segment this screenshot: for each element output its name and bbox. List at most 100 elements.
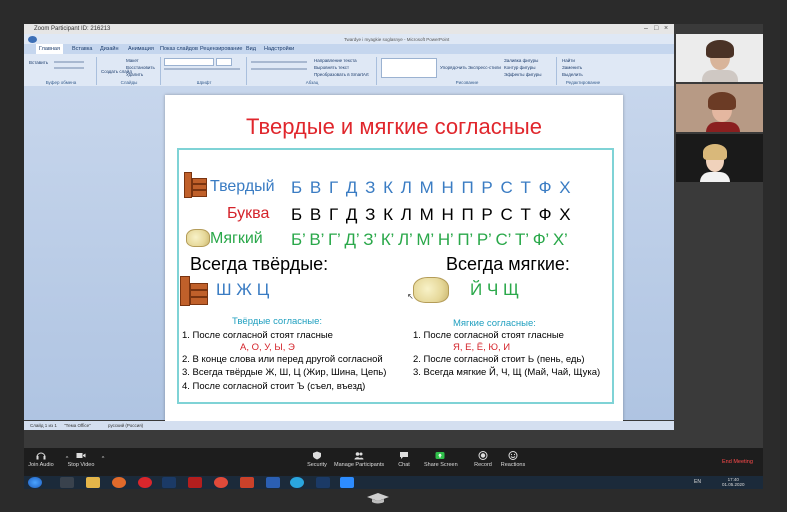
soft-note-2: 2. После согласной стоит Ь (пень, едь) [413,354,585,365]
tab-review[interactable]: Рецензирование [200,44,242,54]
participant-hair [708,92,736,110]
zoom-icon[interactable] [340,477,354,488]
document-title: Twardye i myagkie soglasnye - Microsoft … [344,37,450,42]
stop-video-button[interactable]: Stop Video [66,451,96,468]
find-button[interactable]: Найти [562,58,575,63]
tab-slideshow[interactable]: Показ слайдов [160,44,198,54]
taskbar [24,476,763,489]
minimize-icon[interactable]: – [644,24,648,34]
photoshop-icon[interactable] [162,477,176,488]
language-indicator[interactable]: EN [694,479,701,485]
pillow-icon [186,229,210,247]
clock[interactable]: 17:40 01.05.2020 [722,477,745,487]
tab-animation[interactable]: Анимация [128,44,154,54]
join-audio-button[interactable]: Join Audio [26,451,56,468]
manage-participants-button[interactable]: Manage Participants [334,451,384,468]
soft-note-1: 1. После согласной стоят гласные [413,330,564,341]
tab-insert[interactable]: Вставка [72,44,92,54]
brick-icon [180,276,210,306]
window-title: Zoom Participant ID: 216213 [34,26,111,32]
maximize-icon[interactable]: □ [654,24,658,34]
always-soft-heading: Всегда мягкие: [446,254,570,274]
hard-row-letters: Б В Г Д З К Л М Н П Р С Т Ф Х [291,178,573,197]
hard-row-label: Твердый [210,178,275,195]
close-icon[interactable]: × [664,24,668,34]
hard-note-4: 4. После согласной стоит Ъ (съел, въезд) [182,381,366,392]
tab-addins[interactable]: Надстройки [264,44,294,54]
smiley-icon [508,451,518,460]
select-button[interactable]: Выделить [562,72,583,77]
participant-video[interactable] [676,84,763,132]
layout-button[interactable]: Макет [126,58,139,63]
slide-title: Твердые и мягкие согласные [246,114,542,139]
chrome-icon[interactable] [214,477,228,488]
participants-icon [354,452,364,460]
font-name-select[interactable] [164,58,214,66]
taskbar-app-icon[interactable] [60,477,74,488]
participant-video[interactable] [676,34,763,82]
security-label: Security [307,462,327,468]
replace-button[interactable]: Заменить [562,65,582,70]
telegram-icon[interactable] [290,477,304,488]
security-button[interactable]: Security [304,451,330,468]
powerpoint-icon[interactable] [240,477,254,488]
align-text-button[interactable]: Выровнять текст [314,65,349,70]
headphones-icon [36,452,46,460]
share-screen-button[interactable]: Share Screen [424,451,458,468]
record-button[interactable]: Record [472,451,494,468]
reactions-button[interactable]: Reactions [500,451,526,468]
shapes-gallery[interactable] [381,58,437,78]
theme-name: "Тема Office" [64,423,91,428]
soft-note-3: 3. Всегда мягкие Й, Ч, Щ (Май, Чай, Щука… [413,367,601,378]
video-options-chevron-icon[interactable]: ^ [98,456,108,462]
delete-button[interactable]: Удалить [126,72,143,77]
participant-video[interactable] [676,134,763,182]
soft-notes-title: Мягкие согласные: [453,318,536,329]
always-soft-letters: Й Ч Щ [470,280,519,299]
participant-hair [706,40,734,58]
window-titlebar: Zoom Participant ID: 216213 – □ × [24,24,674,34]
acrobat-icon[interactable] [188,477,202,488]
chat-label: Chat [398,462,410,468]
office-button-icon[interactable] [28,36,37,43]
word-icon[interactable] [266,477,280,488]
graduation-cap-icon [367,493,389,504]
reset-button[interactable]: Восстановить [126,65,155,70]
tab-design[interactable]: Дизайн [100,44,119,54]
hard-note-vowels: А, О, У, Ы, Э [240,342,295,353]
shape-effects-button[interactable]: Эффекты фигуры [504,72,542,77]
shape-outline-button[interactable]: Контур фигуры [504,65,535,70]
font-size-select[interactable] [216,58,232,66]
shield-icon [313,451,321,460]
ribbon-group-font: Шрифт [162,57,247,85]
record-icon [478,451,488,460]
shape-fill-button[interactable]: Заливка фигуры [504,58,538,63]
slide-counter: Слайд 1 из 1 [30,423,57,428]
firefox-icon[interactable] [112,477,126,488]
clock-date: 01.05.2020 [722,482,745,487]
photoshop-icon[interactable] [316,477,330,488]
ribbon-group-slides: Создать слайд Макет Восстановить Удалить… [98,57,161,85]
letter-row-letters: Б В Г Д З К Л М Н П Р С Т Ф Х [291,205,573,224]
chat-button[interactable]: Chat [394,451,414,468]
soft-note-vowels: Я, Е, Ё, Ю, И [453,342,511,353]
stop-video-label: Stop Video [67,462,95,468]
ribbon-tabs: Главная Вставка Дизайн Анимация Показ сл… [24,44,674,54]
arrange-button[interactable]: Упорядочить [440,65,467,70]
smartart-button[interactable]: Преобразовать в SmartArt [314,72,369,77]
participant-hair [703,144,727,160]
tab-view[interactable]: Вид [246,44,256,54]
pillow-icon [413,277,449,303]
file-explorer-icon[interactable] [86,477,100,488]
opera-icon[interactable] [138,477,152,488]
end-meeting-button[interactable]: End Meeting [722,459,753,465]
start-button-icon[interactable] [28,477,42,488]
paste-button[interactable]: Вставить [29,60,48,65]
always-hard-heading: Всегда твёрдые: [190,254,329,274]
quick-styles-button[interactable]: Экспресс-стили [468,65,501,70]
share-screen-label: Share Screen [424,462,458,468]
chat-icon [400,452,408,459]
text-direction-button[interactable]: Направление текста [314,58,357,63]
status-bar: Слайд 1 из 1 "Тема Office" русский (Росс… [24,421,674,430]
tab-home[interactable]: Главная [36,44,63,54]
